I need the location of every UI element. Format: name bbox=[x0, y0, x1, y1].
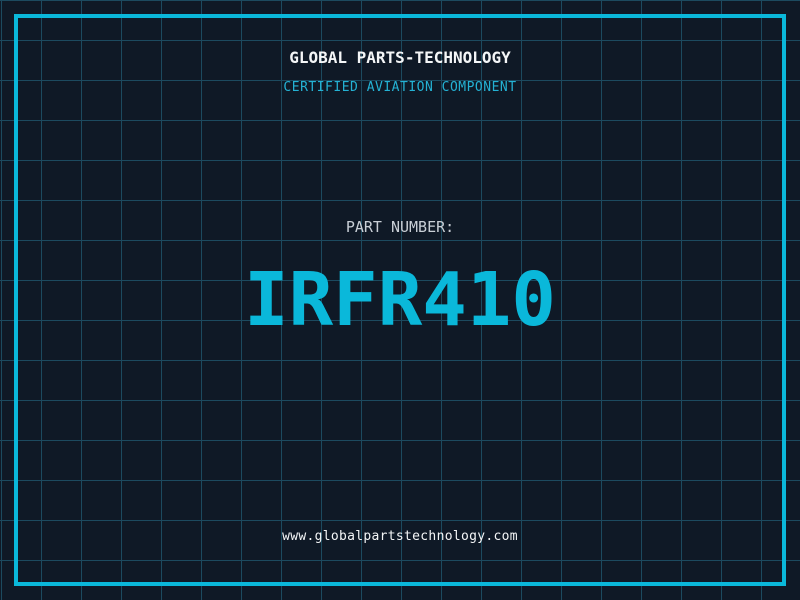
part-number-label: PART NUMBER: bbox=[0, 218, 800, 236]
part-banner: GLOBAL PARTS-TECHNOLOGY CERTIFIED AVIATI… bbox=[0, 0, 800, 600]
website-url: www.globalpartstechnology.com bbox=[0, 529, 800, 544]
company-name: GLOBAL PARTS-TECHNOLOGY bbox=[0, 48, 800, 67]
part-number-value: IRFR410 bbox=[0, 263, 800, 337]
certification-tagline: CERTIFIED AVIATION COMPONENT bbox=[0, 80, 800, 95]
